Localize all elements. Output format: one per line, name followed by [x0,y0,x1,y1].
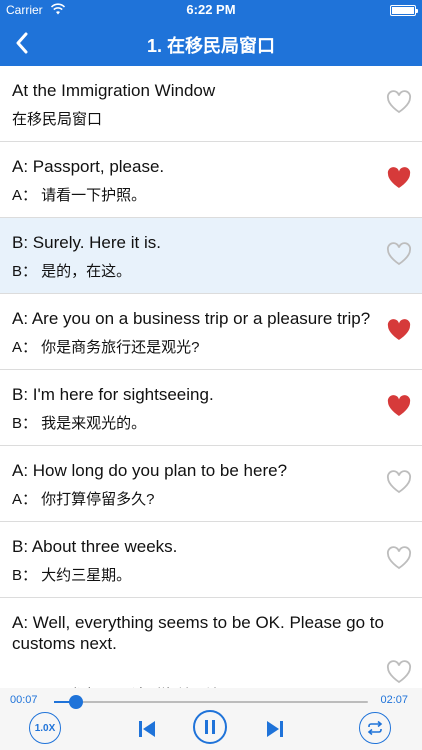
list-item[interactable]: At the Immigration Window 在移民局窗口 [0,66,422,142]
previous-track-icon[interactable] [136,718,158,740]
pause-bar-left [205,720,208,734]
heart-outline-icon[interactable] [386,242,412,266]
sentence-list[interactable]: At the Immigration Window 在移民局窗口 A: Passpo… [0,66,422,688]
english-sentence: A: Passport, please. [12,157,165,176]
english-sentence: B: Surely. Here it is. [12,233,161,252]
list-item[interactable]: B: Surely. Here it is. B： 是的，在这。 [0,218,422,294]
status-bar: Carrier 6:22 PM [0,0,422,20]
english-sentence: A: How long do you plan to be here? [12,461,288,480]
english-sentence: At the Immigration Window [12,81,216,100]
progress-slider[interactable] [54,695,368,709]
heart-outline-icon[interactable] [386,470,412,494]
heart-filled-icon[interactable] [386,318,412,342]
status-time: 6:22 PM [186,2,236,17]
chinese-translation: B： 我是来观光的。 [12,415,147,432]
pause-button[interactable] [193,710,227,744]
player-controls: 1.0X [0,708,422,750]
current-time: 00:07 [10,694,38,706]
speed-button[interactable]: 1.0X [29,712,61,744]
timeline: 00:07 02:07 [0,688,422,709]
nav-bar: 1. 在移民局窗口 [0,20,422,66]
chinese-translation: A： 请看一下护照。 [12,187,147,204]
top-bar: Carrier 6:22 PM 1. 在移民局窗口 [0,0,422,66]
heart-outline-icon[interactable] [386,546,412,570]
list-item[interactable]: B: About three weeks. B： 大约三星期。 [0,522,422,598]
battery-icon [390,5,418,16]
list-item[interactable]: A: How long do you plan to be here? A： 你打… [0,446,422,522]
chinese-translation: 在移民局窗口 [12,111,103,128]
english-sentence: B: I'm here for sightseeing. [12,385,214,404]
english-sentence: A: Well, everything seems to be OK. Plea… [12,613,384,653]
list-item[interactable]: A: Are you on a business trip or a pleas… [0,294,422,370]
pause-bar-right [212,720,215,734]
chinese-translation: A： 你是商务旅行还是观光? [12,339,200,356]
chinese-translation: B： 大约三星期。 [12,567,132,584]
list-item[interactable]: B: I'm here for sightseeing. B： 我是来观光的。 [0,370,422,446]
progress-knob[interactable] [68,695,83,709]
english-sentence: B: About three weeks. [12,537,178,556]
next-track-icon[interactable] [264,718,286,740]
chinese-translation: A： 你打算停留多久? [12,491,155,508]
list-item[interactable]: A: Well, everything seems to be OK. Plea… [0,598,422,688]
page-title: 1. 在移民局窗口 [146,36,275,56]
english-sentence: A: Are you on a business trip or a pleas… [12,309,371,328]
heart-outline-icon[interactable] [386,660,412,684]
repeat-button[interactable] [359,712,391,744]
total-time: 02:07 [380,694,408,706]
repeat-icon [367,720,383,736]
audio-player: 00:07 02:07 1.0X [0,688,422,750]
heart-filled-icon[interactable] [386,394,412,418]
list-item[interactable]: A: Passport, please. A： 请看一下护照。 [0,142,422,218]
heart-filled-icon[interactable] [386,166,412,190]
speed-label: 1.0X [34,722,56,734]
chinese-translation: B： 是的，在这。 [12,263,132,280]
heart-outline-icon[interactable] [386,90,412,114]
